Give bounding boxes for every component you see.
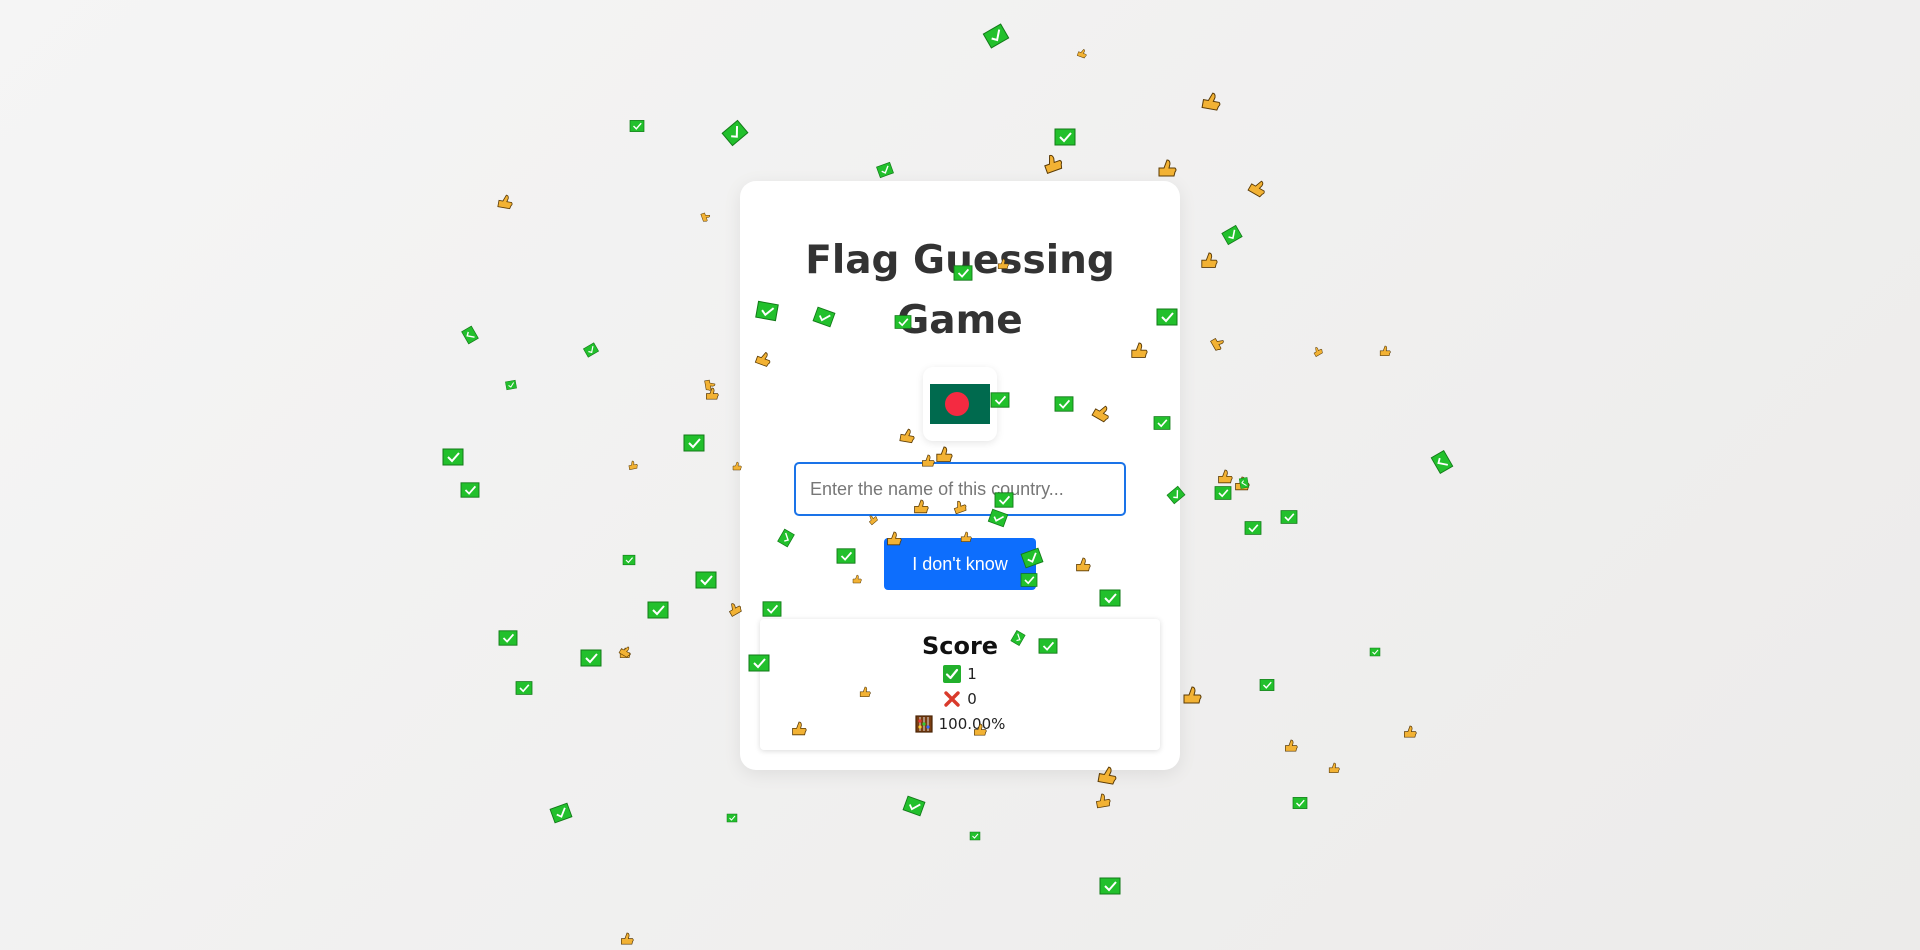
confetti-thumb-piece [1247,180,1265,198]
page-title: Flag Guessing Game [805,238,1115,343]
dont-know-button[interactable]: I don't know [884,538,1036,590]
confetti-check-piece [461,325,479,345]
abacus-icon [915,714,933,733]
confetti-check-piece [629,120,645,132]
flag-disc [945,392,969,416]
confetti-thumb-piece [497,194,513,210]
confetti-thumb-piece [618,646,631,658]
confetti-thumb-piece [1379,345,1391,356]
confetti-thumb-piece [1328,762,1340,773]
confetti-check-piece [982,23,1010,49]
flag-icon [930,384,990,424]
confetti-check-piece [1430,449,1454,475]
confetti-check-piece [1221,224,1243,246]
confetti-check-piece [1369,647,1381,657]
confetti-check-piece [1292,797,1308,809]
confetti-check-piece [580,649,602,667]
confetti-check-piece [498,630,518,646]
confetti-thumb-piece [621,932,634,945]
incorrect-count: 0 [967,689,977,708]
confetti-check-piece [1099,877,1121,895]
confetti-check-piece [969,831,981,841]
flag-container [923,367,997,441]
confetti-thumb-piece [700,212,711,222]
confetti-check-piece [515,681,533,695]
confetti-check-piece [442,448,464,466]
confetti-check-piece [505,379,517,391]
accuracy-row: 100.00% [760,711,1160,736]
cross-mark-icon [943,690,961,708]
confetti-check-piece [1244,521,1262,535]
confetti-check-piece [1238,477,1250,489]
confetti-check-piece [683,434,705,452]
confetti-thumb-piece [1044,154,1063,175]
confetti-check-piece [1054,128,1076,146]
game-card: Flag Guessing Game I don't know Score 1 [740,181,1180,770]
confetti-thumb-piece [1201,252,1218,268]
score-title: Score [921,632,999,660]
confetti-check-piece [721,119,749,147]
confetti-thumb-piece [1285,739,1298,752]
confetti-thumb-piece [1404,725,1417,738]
score-panel: Score 1 0 100.00% [760,619,1160,750]
confetti-thumb-piece [1210,337,1224,351]
confetti-thumb-piece [1235,476,1250,491]
confetti-check-piece [549,802,573,824]
confetti-thumb-piece [619,647,631,658]
incorrect-count-row: 0 [760,686,1160,711]
confetti-check-piece [460,482,480,498]
confetti-check-piece [726,813,738,823]
country-answer-input[interactable] [794,462,1126,516]
confetti-thumb-piece [1218,469,1233,484]
confetti-check-piece [647,601,669,619]
confetti-check-piece [902,795,926,817]
confetti-thumb-piece [1183,686,1202,704]
confetti-thumb-piece [704,379,716,391]
confetti-thumb-piece [628,460,638,470]
confetti-thumb-piece [1313,347,1323,357]
confetti-check-piece [876,161,894,179]
confetti-check-piece [1259,679,1275,691]
correct-count-row: 1 [760,661,1160,686]
correct-count: 1 [967,664,977,683]
check-box-icon [943,664,962,683]
accuracy-value: 100.00% [938,714,1006,733]
confetti-check-piece [622,554,636,566]
confetti-check-piece [582,342,600,358]
confetti-check-piece [1214,486,1232,500]
confetti-thumb-piece [706,387,719,400]
confetti-thumb-piece [1076,49,1087,59]
confetti-thumb-piece [1201,92,1221,111]
confetti-check-piece [695,571,717,589]
confetti-thumb-piece [1095,793,1111,809]
confetti-thumb-piece [1158,159,1177,177]
confetti-check-piece [1280,510,1298,524]
